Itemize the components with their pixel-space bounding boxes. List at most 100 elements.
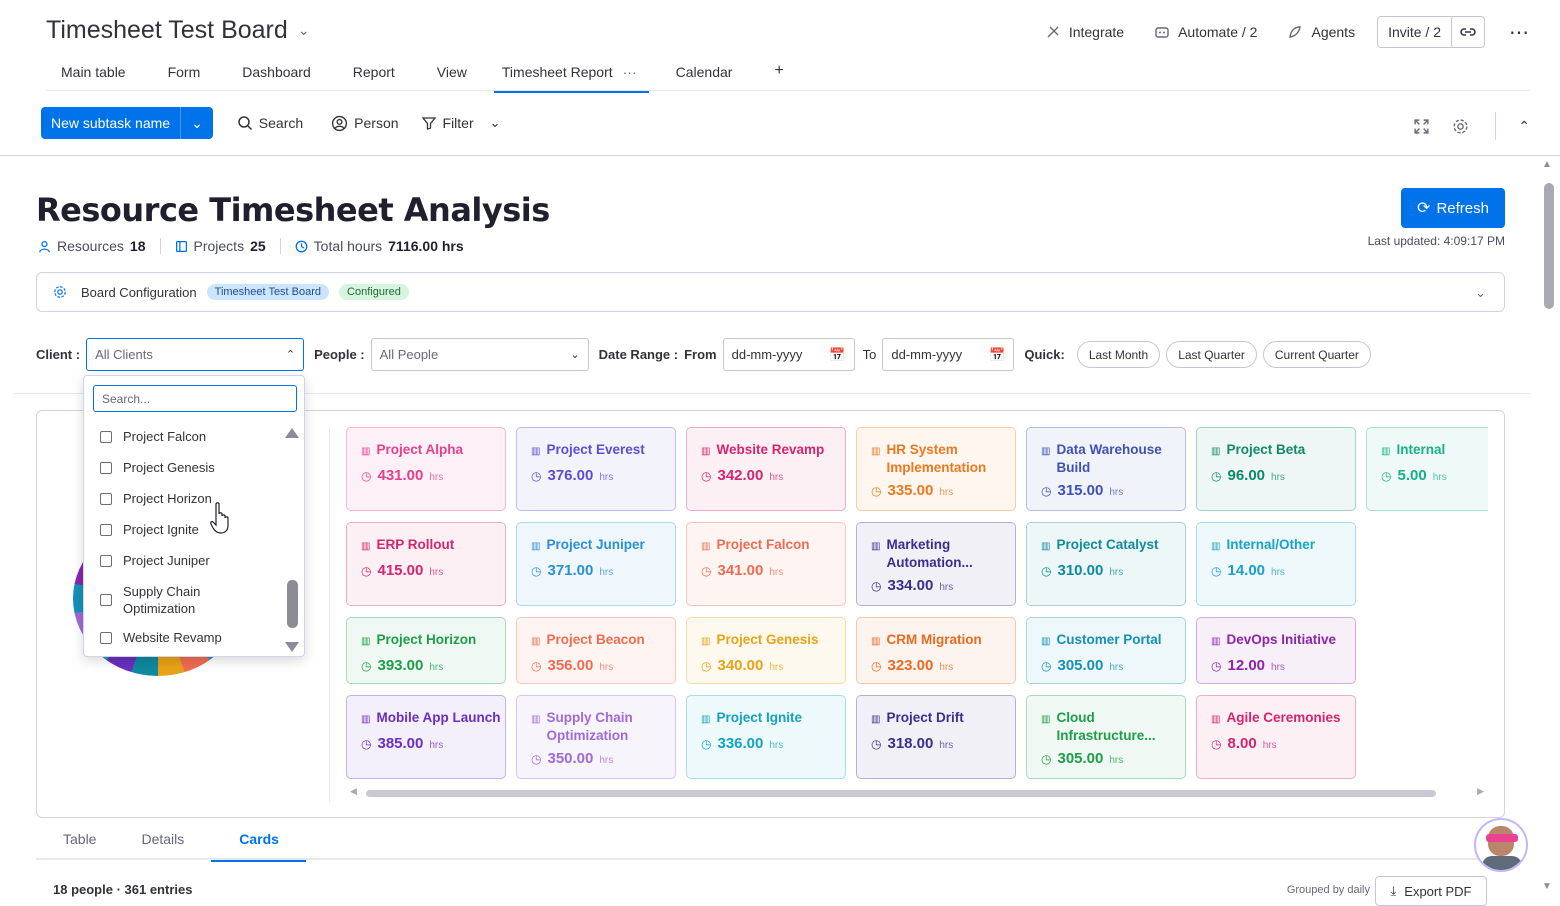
tab-options-icon[interactable]: ··· <box>623 64 637 80</box>
project-card[interactable]: ▥ Project Falcon ◷ 341.00 hrs <box>686 522 846 606</box>
project-card[interactable]: ▥ Project Catalyst ◷ 310.00 hrs <box>1026 522 1186 606</box>
automate-button[interactable]: Automate / 2 <box>1146 20 1265 44</box>
project-card[interactable]: ▥ Supply Chain Optimization ◷ 350.00 hrs <box>516 695 676 779</box>
filter-button[interactable]: Filter ⌄ <box>421 115 501 131</box>
scrollbar-thumb[interactable] <box>287 580 298 628</box>
scroll-up-icon[interactable] <box>285 428 299 438</box>
client-option-supply-chain[interactable]: Supply Chain Optimization <box>100 583 210 617</box>
scroll-down-icon[interactable] <box>285 642 299 652</box>
current-quarter-button[interactable]: Current Quarter <box>1262 341 1371 368</box>
client-option-project-horizon[interactable]: Project Horizon <box>100 491 212 506</box>
project-icon: ▥ <box>871 541 881 552</box>
checkbox[interactable] <box>100 523 112 536</box>
tab-cards[interactable]: Cards <box>211 823 306 862</box>
new-item-button[interactable]: New subtask name ⌄ <box>41 107 213 139</box>
checkbox[interactable] <box>100 430 112 443</box>
project-card[interactable]: ▥ Project Everest ◷ 376.00 hrs <box>516 427 676 511</box>
search-button[interactable]: Search <box>237 115 303 131</box>
board-title[interactable]: Timesheet Test Board ⌄ <box>46 16 310 45</box>
project-card[interactable]: ▥ Project Beacon ◷ 356.00 hrs <box>516 617 676 684</box>
export-pdf-button[interactable]: ⤓ Export PDF <box>1375 876 1487 906</box>
tab-report[interactable]: Report <box>338 56 410 93</box>
link-icon[interactable] <box>1451 17 1484 47</box>
scroll-left-icon[interactable]: ◀ <box>350 786 357 797</box>
project-card[interactable]: ▥ Project Beta ◷ 96.00 hrs <box>1196 427 1356 511</box>
project-card[interactable]: ▥ Internal ◷ 5.00 hrs <box>1366 427 1488 511</box>
scrollbar-thumb[interactable] <box>366 790 1436 797</box>
project-card[interactable]: ▥ Project Juniper ◷ 371.00 hrs <box>516 522 676 606</box>
cards-horizontal-scrollbar[interactable]: ◀ ▶ <box>350 786 1484 797</box>
project-card[interactable]: ▥ Agile Ceremonies ◷ 8.00 hrs <box>1196 695 1356 779</box>
add-view-icon[interactable]: + <box>759 56 798 93</box>
project-card[interactable]: ▥ Project Genesis ◷ 340.00 hrs <box>686 617 846 684</box>
project-card[interactable]: ▥ Marketing Automation... ◷ 334.00 hrs <box>856 522 1016 606</box>
project-card-title: ▥ ERP Rollout <box>361 536 505 556</box>
page-vertical-scrollbar[interactable]: ▲ ▼ <box>1542 157 1556 896</box>
project-card[interactable]: ▥ Website Revamp ◷ 342.00 hrs <box>686 427 846 511</box>
tab-calendar[interactable]: Calendar <box>661 56 748 93</box>
client-option-project-juniper[interactable]: Project Juniper <box>100 553 210 568</box>
chevron-down-icon[interactable]: ⌄ <box>180 107 213 139</box>
board-configuration[interactable]: Board Configuration Timesheet Test Board… <box>36 272 1505 312</box>
settings-icon[interactable] <box>1452 118 1469 135</box>
project-card[interactable]: ▥ Mobile App Launch ◷ 385.00 hrs <box>346 695 506 779</box>
checkbox[interactable] <box>100 594 112 606</box>
project-card[interactable]: ▥ HR System Implementation ◷ 335.00 hrs <box>856 427 1016 511</box>
tab-timesheet-report[interactable]: Timesheet Report ··· <box>493 56 649 93</box>
tab-details[interactable]: Details <box>123 823 211 862</box>
calendar-icon[interactable]: 📅 <box>989 347 1005 363</box>
project-card-title: ▥ Supply Chain Optimization <box>531 709 675 744</box>
tab-form[interactable]: Form <box>153 56 216 93</box>
checkbox[interactable] <box>100 492 112 505</box>
project-card[interactable]: ▥ Project Ignite ◷ 336.00 hrs <box>686 695 846 779</box>
from-date-input[interactable]: dd-mm-yyyy 📅 <box>722 338 855 371</box>
client-search-input[interactable]: Search... <box>93 385 297 412</box>
more-icon[interactable]: ⋯ <box>1509 20 1530 45</box>
tab-view[interactable]: View <box>422 56 482 93</box>
invite-button[interactable]: Invite / 2 <box>1377 16 1485 48</box>
calendar-icon[interactable]: 📅 <box>829 347 845 363</box>
agents-button[interactable]: Agents <box>1279 20 1363 44</box>
scroll-down-icon[interactable]: ▼ <box>1542 881 1552 892</box>
client-option-project-ignite[interactable]: Project Ignite <box>100 522 199 537</box>
chevron-down-icon[interactable]: ⌄ <box>1475 285 1486 301</box>
fullscreen-icon[interactable] <box>1413 118 1430 135</box>
last-quarter-button[interactable]: Last Quarter <box>1166 341 1257 368</box>
project-card-title: ▥ Project Genesis <box>701 631 845 651</box>
client-option-project-genesis[interactable]: Project Genesis <box>100 460 215 475</box>
people-select[interactable]: All People ⌄ <box>370 338 589 371</box>
project-card[interactable]: ▥ Project Alpha ◷ 431.00 hrs <box>346 427 506 511</box>
last-month-button[interactable]: Last Month <box>1076 341 1161 368</box>
clock-icon: ◷ <box>1041 752 1052 766</box>
project-card[interactable]: ▥ Project Drift ◷ 318.00 hrs <box>856 695 1016 779</box>
tab-main-table[interactable]: Main table <box>46 56 141 93</box>
project-card[interactable]: ▥ DevOps Initiative ◷ 12.00 hrs <box>1196 617 1356 684</box>
checkbox[interactable] <box>100 631 112 644</box>
tab-dashboard[interactable]: Dashboard <box>227 56 326 93</box>
project-card[interactable]: ▥ Data Warehouse Build ◷ 315.00 hrs <box>1026 427 1186 511</box>
project-card[interactable]: ▥ Internal/Other ◷ 14.00 hrs <box>1196 522 1356 606</box>
scrollbar-thumb[interactable] <box>1544 183 1554 309</box>
chevron-down-icon[interactable]: ⌄ <box>490 115 501 131</box>
client-option-website-revamp[interactable]: Website Revamp <box>100 630 222 645</box>
project-card[interactable]: ▥ CRM Migration ◷ 323.00 hrs <box>856 617 1016 684</box>
scroll-right-icon[interactable]: ▶ <box>1477 786 1484 797</box>
refresh-button[interactable]: ⟳ Refresh <box>1401 188 1505 228</box>
assistant-avatar[interactable] <box>1474 818 1528 872</box>
chevron-down-icon[interactable]: ⌄ <box>298 22 310 39</box>
client-select[interactable]: All Clients ⌃ <box>86 338 305 371</box>
to-date-input[interactable]: dd-mm-yyyy 📅 <box>882 338 1015 371</box>
project-card[interactable]: ▥ Cloud Infrastructure... ◷ 305.00 hrs <box>1026 695 1186 779</box>
project-card[interactable]: ▥ Customer Portal ◷ 305.00 hrs <box>1026 617 1186 684</box>
scroll-up-icon[interactable]: ▲ <box>1542 159 1552 170</box>
checkbox[interactable] <box>100 461 112 474</box>
tab-table[interactable]: Table <box>36 823 123 862</box>
checkbox[interactable] <box>100 554 112 567</box>
person-button[interactable]: Person <box>331 115 399 132</box>
project-card[interactable]: ▥ ERP Rollout ◷ 415.00 hrs <box>346 522 506 606</box>
dropdown-scrollbar[interactable] <box>285 426 299 654</box>
project-card[interactable]: ▥ Project Horizon ◷ 393.00 hrs <box>346 617 506 684</box>
collapse-icon[interactable]: ⌃ <box>1518 118 1530 135</box>
integrate-button[interactable]: Integrate <box>1037 20 1132 44</box>
client-option-project-falcon[interactable]: Project Falcon <box>100 429 206 444</box>
